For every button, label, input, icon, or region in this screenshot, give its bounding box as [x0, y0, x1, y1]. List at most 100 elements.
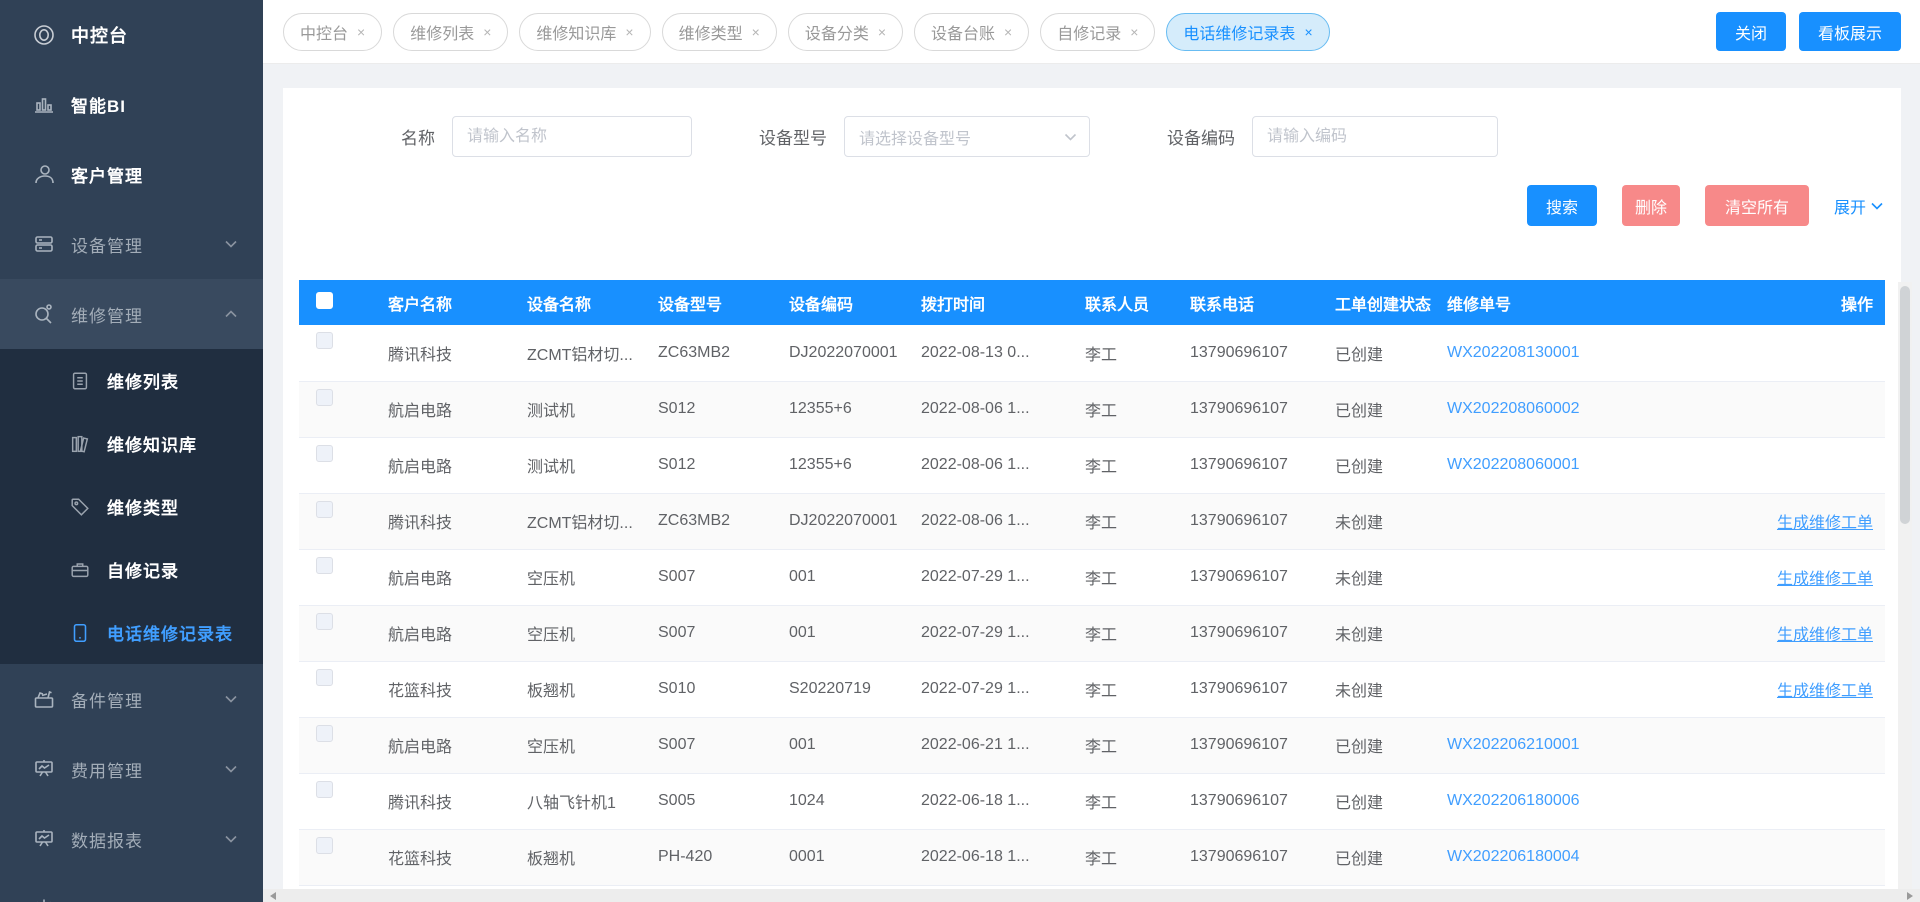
- close-icon[interactable]: ×: [483, 24, 491, 40]
- order-no-link[interactable]: WX202206180006: [1447, 792, 1580, 809]
- table-row: 腾讯科技ZCMT铝材切...ZC63MB2DJ20220700012022-08…: [299, 493, 1885, 549]
- close-icon[interactable]: ×: [878, 24, 886, 40]
- generate-work-order-link[interactable]: 生成维修工单: [1777, 683, 1873, 700]
- chevron-down-icon: [225, 240, 237, 248]
- cell-device_code: 001: [779, 605, 911, 661]
- cell-order-no: [1437, 661, 1699, 717]
- row-checkbox[interactable]: [316, 613, 333, 630]
- device-model-select[interactable]: 请选择设备型号: [844, 116, 1090, 157]
- tab-device-ledger[interactable]: 设备台账×: [914, 13, 1029, 51]
- generate-work-order-link[interactable]: 生成维修工单: [1777, 627, 1873, 644]
- row-checkbox[interactable]: [316, 389, 333, 406]
- row-checkbox[interactable]: [316, 332, 333, 349]
- vertical-scrollbar[interactable]: [1898, 282, 1912, 889]
- tab-repair-types[interactable]: 维修类型×: [662, 13, 777, 51]
- order-no-link[interactable]: WX202206210001: [1447, 736, 1580, 753]
- scroll-left-arrow-icon[interactable]: [270, 892, 276, 900]
- search-button[interactable]: 搜索: [1527, 185, 1597, 226]
- table-row: 航启电路空压机S0070012022-07-29 1...李工137906961…: [299, 549, 1885, 605]
- tab-console[interactable]: 中控台×: [283, 13, 382, 51]
- chevron-down-icon: [225, 835, 237, 843]
- cell-order-no: WX202206180004: [1437, 829, 1699, 885]
- row-checkbox[interactable]: [316, 669, 333, 686]
- horizontal-scrollbar[interactable]: [263, 889, 1920, 902]
- cell-phone: 13790696107: [1180, 605, 1325, 661]
- sidebar-item-console[interactable]: 中控台: [0, 0, 263, 69]
- cell-call_time: 2022-06-21 1...: [911, 717, 1075, 773]
- tab-self-repair[interactable]: 自修记录×: [1040, 13, 1155, 51]
- toolbox-icon: [31, 686, 57, 712]
- cell-order_status: 未创建: [1325, 661, 1437, 717]
- cell-device_model: S007: [648, 549, 779, 605]
- vertical-scrollbar-thumb[interactable]: [1900, 286, 1910, 524]
- sidebar-item-phone-repair-records[interactable]: 电话维修记录表: [0, 601, 263, 664]
- order-no-link[interactable]: WX202208060001: [1447, 456, 1580, 473]
- order-no-link[interactable]: WX202208130001: [1447, 344, 1580, 361]
- select-all-checkbox[interactable]: [316, 292, 333, 309]
- sidebar-item-devices[interactable]: 设备管理: [0, 209, 263, 279]
- cell-customer: 花篮科技: [378, 661, 517, 717]
- table-body: 腾讯科技ZCMT铝材切...ZC63MB2DJ20220700012022-08…: [299, 325, 1885, 885]
- cell-device_model: ZC63MB2: [648, 325, 779, 381]
- row-checkbox[interactable]: [316, 781, 333, 798]
- sidebar-item-label: 自修记录: [107, 557, 179, 582]
- sidebar-item-repair-types[interactable]: 维修类型: [0, 475, 263, 538]
- sidebar-item-fees[interactable]: 费用管理: [0, 734, 263, 804]
- expand-link[interactable]: 展开: [1834, 194, 1883, 218]
- board-display-button[interactable]: 看板展示: [1799, 12, 1901, 51]
- cell-phone: 13790696107: [1180, 661, 1325, 717]
- cell-order-no: WX202208060001: [1437, 437, 1699, 493]
- row-checkbox[interactable]: [316, 725, 333, 742]
- row-checkbox[interactable]: [316, 445, 333, 462]
- close-icon[interactable]: ×: [1130, 24, 1138, 40]
- close-icon[interactable]: ×: [752, 24, 760, 40]
- sidebar-item-customers[interactable]: 客户管理: [0, 139, 263, 209]
- tab-repair-knowledge[interactable]: 维修知识库×: [519, 13, 650, 51]
- device-code-input[interactable]: [1252, 116, 1498, 157]
- cell-action: [1699, 773, 1885, 829]
- cell-customer: 航启电路: [378, 381, 517, 437]
- tab-repair-list[interactable]: 维修列表×: [393, 13, 508, 51]
- close-icon[interactable]: ×: [357, 24, 365, 40]
- tab-device-categories[interactable]: 设备分类×: [788, 13, 903, 51]
- cell-device_model: ZC63MB2: [648, 493, 779, 549]
- sidebar-item-reports[interactable]: 数据报表: [0, 804, 263, 874]
- generate-work-order-link[interactable]: 生成维修工单: [1777, 571, 1873, 588]
- sidebar-submenu-repair: 维修列表 维修知识库 维修类型 自修记录: [0, 349, 263, 664]
- generate-work-order-link[interactable]: 生成维修工单: [1777, 515, 1873, 532]
- name-input[interactable]: [452, 116, 692, 157]
- tab-phone-repair-records[interactable]: 电话维修记录表×: [1166, 13, 1329, 51]
- sidebar-item-spare-parts[interactable]: 备件管理: [0, 664, 263, 734]
- row-checkbox[interactable]: [316, 557, 333, 574]
- document-list-icon: [67, 368, 93, 394]
- sidebar-item-label: 维修列表: [107, 368, 179, 393]
- cell-device_code: 12355+6: [779, 437, 911, 493]
- bar-chart-icon: [31, 91, 57, 117]
- close-icon[interactable]: ×: [1004, 24, 1012, 40]
- user-icon: [31, 161, 57, 187]
- close-icon[interactable]: ×: [625, 24, 633, 40]
- delete-button[interactable]: 删除: [1622, 185, 1680, 226]
- close-tabs-button[interactable]: 关闭: [1716, 12, 1786, 51]
- col-phone: 联系电话: [1180, 280, 1325, 325]
- cell-phone: 13790696107: [1180, 773, 1325, 829]
- order-no-link[interactable]: WX202206180004: [1447, 848, 1580, 865]
- cell-contact: 李工: [1075, 717, 1180, 773]
- sidebar-item-repair[interactable]: 维修管理: [0, 279, 263, 349]
- sidebar-item-label: 中控台: [71, 22, 128, 48]
- scroll-right-arrow-icon[interactable]: [1907, 892, 1913, 900]
- row-checkbox[interactable]: [316, 837, 333, 854]
- close-icon[interactable]: ×: [1304, 24, 1312, 40]
- sidebar-item-repair-list[interactable]: 维修列表: [0, 349, 263, 412]
- order-no-link[interactable]: WX202208060002: [1447, 400, 1580, 417]
- sidebar-item-repair-knowledge[interactable]: 维修知识库: [0, 412, 263, 475]
- sidebar-item-label: 系统设置: [71, 897, 143, 902]
- sidebar-item-settings[interactable]: 系统设置: [0, 874, 263, 902]
- cell-device_code: 1024: [779, 773, 911, 829]
- sidebar-item-bi[interactable]: 智能BI: [0, 69, 263, 139]
- clear-all-button[interactable]: 清空所有: [1705, 185, 1809, 226]
- cell-order-no: WX202208130001: [1437, 325, 1699, 381]
- sidebar-item-self-repair[interactable]: 自修记录: [0, 538, 263, 601]
- row-checkbox[interactable]: [316, 501, 333, 518]
- cell-device_name: ZCMT铝材切...: [517, 325, 648, 381]
